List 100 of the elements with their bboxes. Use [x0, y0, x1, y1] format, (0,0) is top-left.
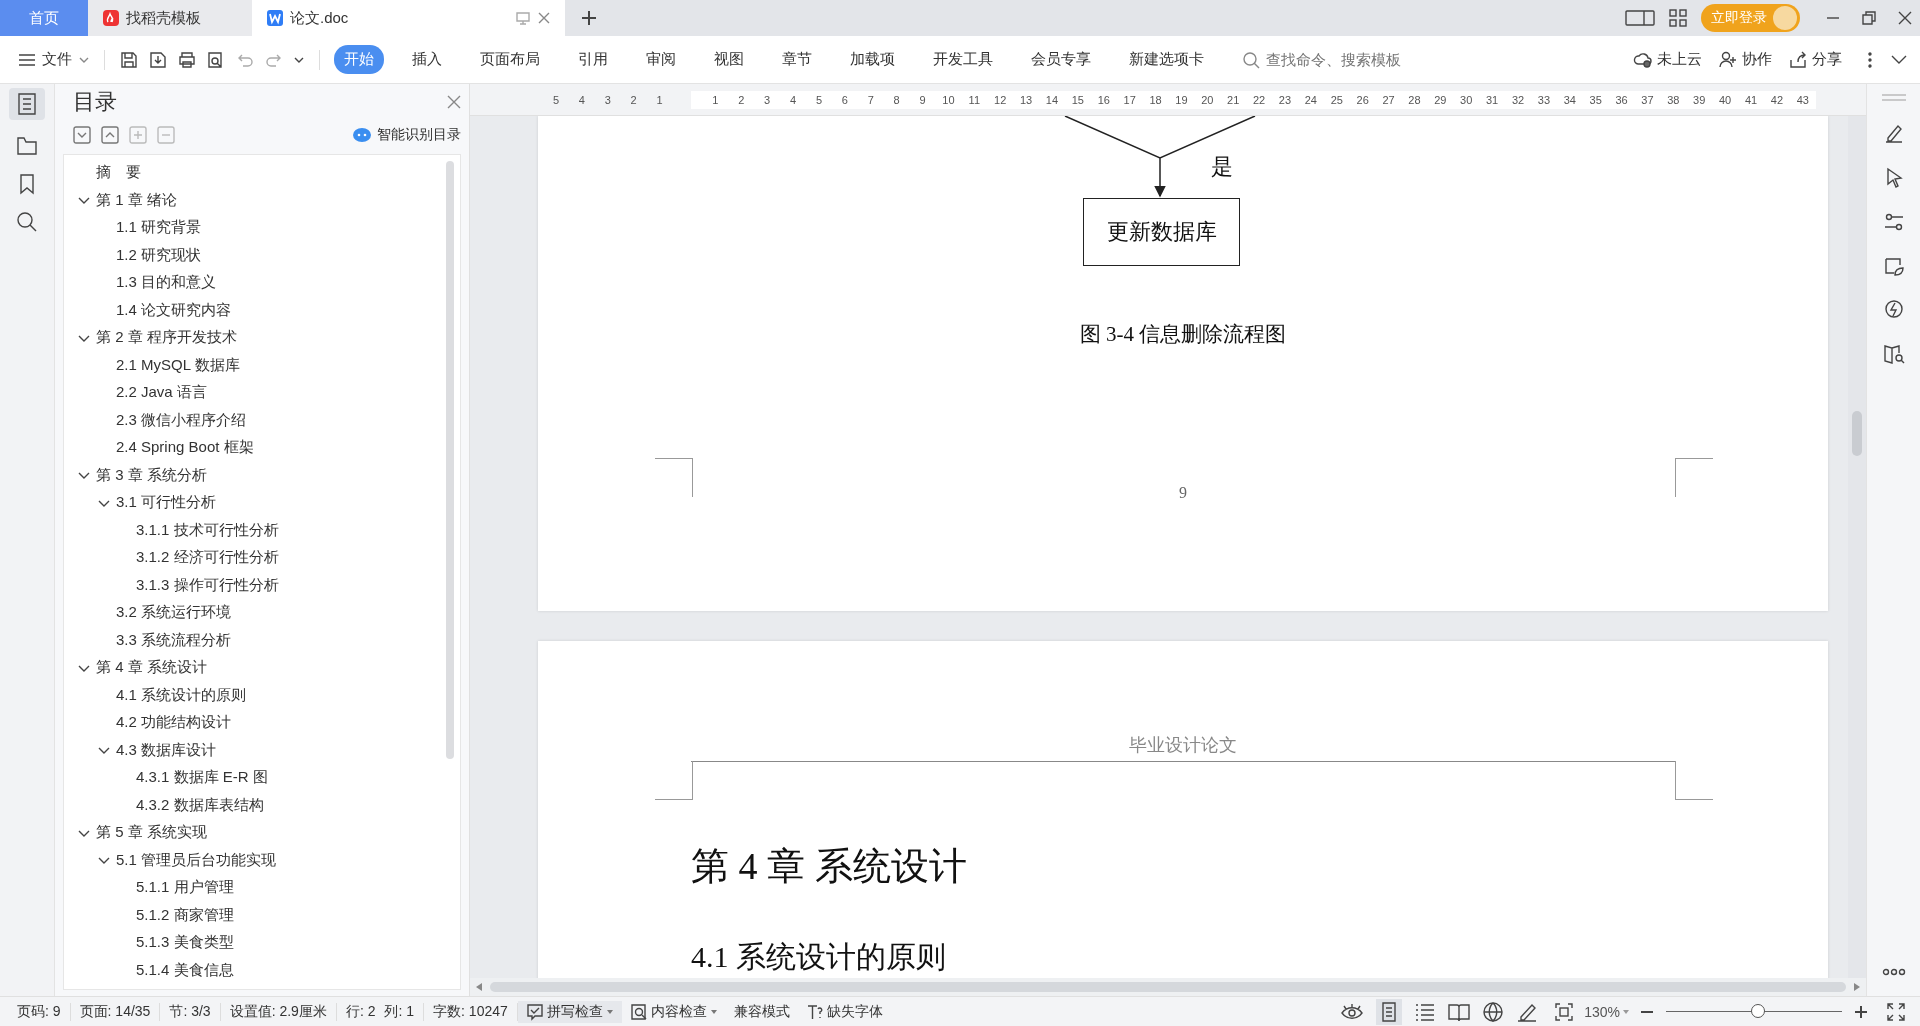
page-view-icon[interactable]	[1376, 998, 1403, 1025]
toolbar-action[interactable]: 协作	[1718, 49, 1772, 70]
scrollbar-thumb[interactable]	[446, 161, 454, 759]
slider-thumb[interactable]	[1750, 1003, 1765, 1018]
close-icon[interactable]	[537, 11, 551, 25]
book-search-icon[interactable]	[1881, 342, 1906, 366]
toc-entry[interactable]: 3.1 可行性分析	[116, 493, 217, 513]
toc-entry[interactable]: 4.2 功能结构设计	[116, 713, 232, 733]
add-tab-icon[interactable]	[579, 8, 599, 28]
ruler-number: 36	[1614, 93, 1629, 106]
book-icon[interactable]	[1448, 1001, 1471, 1022]
layout-icon[interactable]	[1625, 8, 1655, 28]
toc-entry[interactable]: 2.4 Spring Boot 框架	[116, 438, 254, 458]
toc-entry[interactable]: 3.1.2 经济可行性分析	[136, 548, 279, 568]
toc-entry[interactable]: 1.2 研究现状	[116, 245, 202, 265]
toc-entry[interactable]: 4.3.1 数据库 E-R 图	[136, 768, 268, 788]
ruler-number: 20	[1200, 93, 1215, 106]
saveas-icon[interactable]	[148, 49, 168, 70]
ruler-number: 3	[603, 93, 612, 106]
scrollbar-thumb[interactable]	[490, 982, 1846, 992]
chevron-down-icon[interactable]	[1890, 53, 1908, 66]
save-icon[interactable]	[119, 49, 139, 70]
kebab-menu-icon[interactable]	[1866, 50, 1874, 69]
toc-entry[interactable]: 第 1 章 绪论	[96, 190, 177, 210]
scrollbar-thumb[interactable]	[1852, 411, 1862, 456]
zoom-reading[interactable]: 130%	[1584, 1003, 1620, 1020]
toc-entry[interactable]: 1.4 论文研究内容	[116, 300, 232, 320]
toc-entry[interactable]: 5.1 管理员后台功能实现	[116, 850, 277, 870]
scroll-right-icon[interactable]	[1854, 983, 1860, 991]
outline-icon[interactable]	[9, 88, 45, 120]
scroll-left-icon[interactable]	[476, 983, 482, 991]
toc-entry[interactable]: 第 3 章 系统分析	[96, 465, 207, 485]
toc-entry[interactable]: 5.1.1 用户管理	[136, 878, 234, 898]
status-tool[interactable]: 缺失字体	[797, 1000, 891, 1023]
print-icon[interactable]	[177, 49, 197, 70]
status-tool[interactable]: 拼写检查	[517, 1000, 622, 1023]
toc-entry[interactable]: 第 2 章 程序开发技术	[96, 328, 237, 348]
collapse-all-icon[interactable]	[101, 126, 119, 144]
folder-tree-icon[interactable]	[15, 134, 39, 158]
toc-entry[interactable]: 3.1.3 操作可行性分析	[136, 575, 279, 595]
close-icon[interactable]	[447, 95, 461, 109]
eye-icon[interactable]	[1340, 1001, 1365, 1022]
ribbon-tab[interactable]: 页面布局	[470, 45, 550, 74]
toc-entry[interactable]: 3.1.1 技术可行性分析	[136, 520, 279, 540]
toc-entry[interactable]: 3.3 系统流程分析	[116, 630, 232, 650]
fullscreen-icon[interactable]	[1886, 1001, 1906, 1022]
tab[interactable]: 找稻壳模板	[88, 0, 252, 36]
ruler-number: 22	[1251, 93, 1267, 106]
ribbon-tab[interactable]: 引用	[568, 45, 618, 74]
zoom-in-icon[interactable]	[1854, 1004, 1868, 1019]
ruler-number: 19	[1174, 93, 1189, 106]
outline-view-icon[interactable]	[1414, 1001, 1437, 1022]
ribbon-tab[interactable]: 加载项	[840, 45, 905, 74]
toolbar-action[interactable]: 分享	[1788, 49, 1842, 70]
ribbon-tab[interactable]: 插入	[402, 45, 452, 74]
ruler-number: 27	[1381, 93, 1396, 106]
toc-entry[interactable]: 摘 要	[96, 163, 141, 183]
search-icon[interactable]	[15, 210, 39, 234]
ruler-number: 8	[892, 93, 901, 106]
toc-entry[interactable]: 第 5 章 系统实现	[96, 823, 207, 843]
expand-all-icon[interactable]	[73, 126, 91, 144]
status-text: 设置值: 2.9厘米	[220, 1002, 337, 1021]
ribbon-tab[interactable]: 新建选项卡	[1119, 45, 1214, 74]
toc-entry[interactable]: 2.3 微信小程序介绍	[116, 410, 247, 430]
more-icon[interactable]	[1881, 968, 1906, 976]
ruler-number: 1	[655, 93, 664, 106]
globe-icon[interactable]	[1482, 1000, 1505, 1023]
apps-grid-icon[interactable]	[1669, 9, 1687, 27]
tab[interactable]: 论文.doc	[252, 0, 565, 36]
ribbon-tab[interactable]: 视图	[704, 45, 754, 74]
flame-icon	[102, 9, 120, 27]
ribbon-tab[interactable]: 开发工具	[923, 45, 1003, 74]
ribbon-tab[interactable]: 会员专享	[1021, 45, 1101, 74]
smart-toc-button[interactable]: 智能识别目录	[352, 126, 461, 144]
toc-entry[interactable]: 2.2 Java 语言	[116, 383, 207, 403]
toc-entry[interactable]: 4.3 数据库设计	[116, 740, 217, 760]
toc-entry[interactable]: 5.1.4 美食信息	[136, 960, 234, 980]
fit-page-icon[interactable]	[1554, 1001, 1575, 1022]
toc-entry[interactable]: 4.1 系统设计的原则	[116, 685, 247, 705]
collapse-handle-icon[interactable]	[1881, 94, 1906, 102]
toc-entry[interactable]: 2.1 MySQL 数据库	[116, 355, 240, 375]
toc-entry[interactable]: 1.1 研究背景	[116, 218, 202, 238]
status-tool[interactable]: 内容检查	[621, 1000, 726, 1023]
ruler-number: 13	[1018, 93, 1034, 106]
panel-title: 目录	[73, 88, 117, 116]
ribbon-tab[interactable]: 章节	[772, 45, 822, 74]
toc-entry[interactable]: 5.1.2 商家管理	[136, 905, 234, 925]
ruler-number: 35	[1588, 93, 1603, 106]
restore-icon[interactable]	[1862, 11, 1876, 25]
caret-icon	[709, 1007, 718, 1016]
toc-entry[interactable]: 1.3 目的和意义	[116, 273, 217, 293]
toc-entry[interactable]: 3.2 系统运行环境	[116, 603, 232, 623]
toc-entry[interactable]: 第 4 章 系统设计	[96, 658, 207, 678]
file-menu[interactable]: 文件	[18, 50, 90, 69]
toc-entry[interactable]: 5.1.3 美食类型	[136, 933, 234, 953]
close-icon[interactable]	[1898, 11, 1912, 25]
toolbar-action[interactable]: 未上云	[1633, 49, 1702, 70]
toc-entry[interactable]: 4.3.2 数据库表结构	[136, 795, 264, 815]
ribbon-tab[interactable]: 审阅	[636, 45, 686, 74]
status-tool[interactable]: 兼容模式	[725, 1000, 798, 1023]
